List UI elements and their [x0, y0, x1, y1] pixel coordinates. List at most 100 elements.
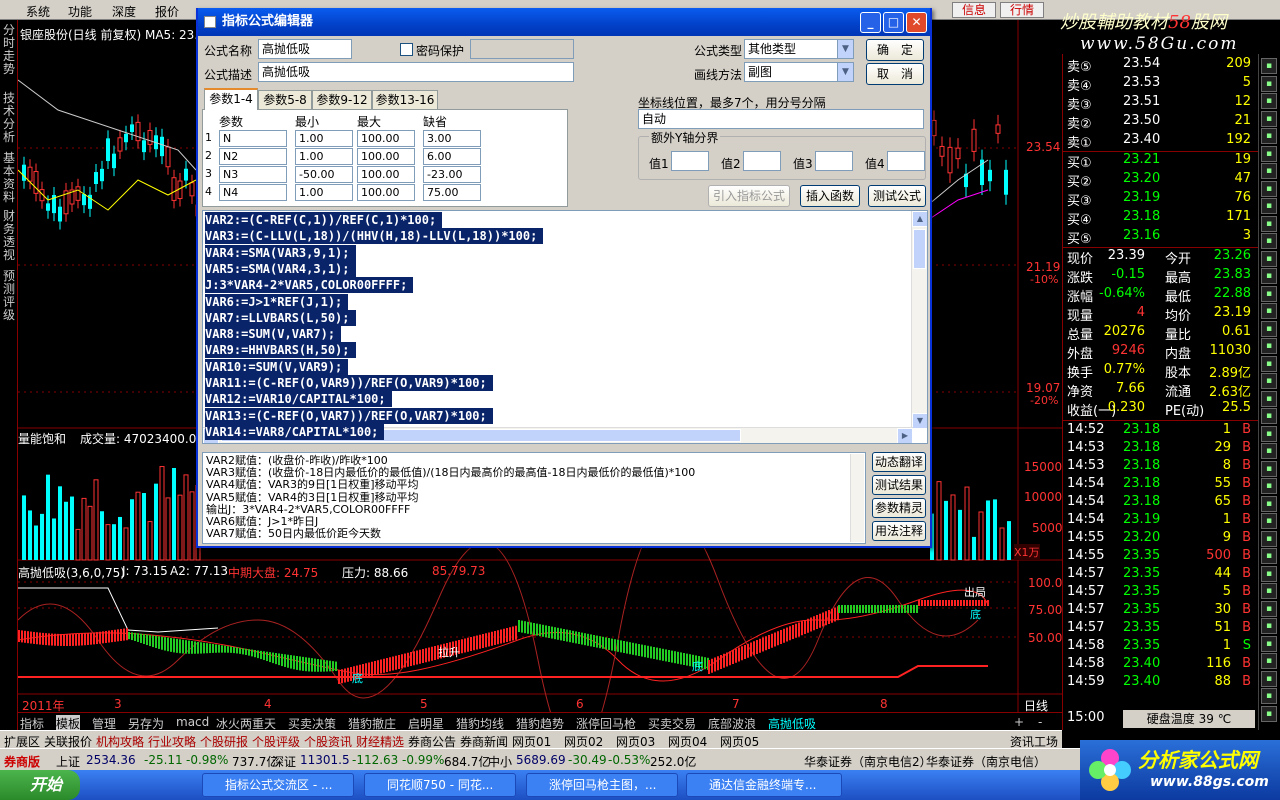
tool-icon[interactable]: ▪ — [1261, 145, 1277, 162]
zoom-out-button[interactable]: - — [1038, 715, 1042, 729]
param-max[interactable]: 100.00 — [357, 130, 415, 147]
import-formula-button[interactable]: 引入指标公式 — [708, 185, 790, 207]
param-max[interactable]: 100.00 — [357, 148, 415, 165]
zoom-in-button[interactable]: + — [1014, 715, 1024, 729]
tool-icon[interactable]: ▪ — [1261, 233, 1277, 249]
tool-icon[interactable]: ▪ — [1261, 495, 1277, 512]
extra-value-input[interactable] — [671, 151, 709, 171]
insert-function-button[interactable]: 插入函数 — [800, 185, 860, 207]
param-min[interactable]: 1.00 — [295, 148, 353, 165]
param-min[interactable]: 1.00 — [295, 184, 353, 201]
param-default[interactable]: -23.00 — [423, 166, 481, 183]
cancel-button[interactable]: 取 消 — [866, 63, 924, 85]
side-button[interactable]: 测试结果 — [872, 475, 926, 495]
ok-button[interactable]: 确 定 — [866, 39, 924, 61]
indicator-tab[interactable]: macd — [176, 715, 209, 729]
param-max[interactable]: 100.00 — [357, 184, 415, 201]
tool-icon[interactable]: ▪ — [1261, 75, 1277, 92]
tool-icon[interactable]: ▪ — [1261, 583, 1277, 599]
tool-icon[interactable]: ▪ — [1261, 425, 1277, 442]
type-select[interactable]: 其他类型 ▼ — [744, 39, 854, 59]
coord-input[interactable]: 自动 — [638, 109, 924, 129]
code-line[interactable]: VAR11:=(C-REF(O,VAR9))/REF(O,VAR9)*100; — [205, 375, 493, 391]
code-line[interactable]: VAR5:=SMA(VAR4,3,1); — [205, 260, 356, 277]
tab-params-9-12[interactable]: 参数9-12 — [312, 90, 372, 110]
param-default[interactable]: 75.00 — [423, 184, 481, 201]
scroll-thumb[interactable] — [913, 229, 926, 269]
left-tab-finance[interactable]: 财务透视 — [2, 210, 16, 262]
extra-value-input[interactable] — [815, 151, 853, 171]
tool-icon[interactable]: ▪ — [1261, 600, 1277, 617]
param-default[interactable]: 6.00 — [423, 148, 481, 165]
param-name[interactable]: N2 — [219, 148, 287, 165]
code-line[interactable]: VAR6:=J>1*REF(J,1); — [205, 293, 349, 310]
tool-icon[interactable]: ▪ — [1261, 285, 1277, 302]
param-name[interactable]: N3 — [219, 166, 287, 183]
password-input[interactable] — [470, 39, 574, 59]
scroll-down-icon[interactable]: ▼ — [912, 413, 927, 429]
left-tab-timeshare[interactable]: 分时走势 — [2, 24, 16, 76]
tool-icon[interactable]: ▪ — [1261, 373, 1277, 389]
code-line[interactable]: VAR2:=(C-REF(C,1))/REF(C,1)*100; — [205, 212, 443, 228]
tool-icon[interactable]: ▪ — [1261, 670, 1277, 687]
code-line[interactable]: VAR8:=SUM(V,VAR7); — [205, 326, 342, 343]
tool-icon[interactable]: ▪ — [1261, 110, 1277, 127]
start-button[interactable]: 开始 — [0, 770, 80, 800]
param-name[interactable]: N — [219, 130, 287, 147]
tool-icon[interactable]: ▪ — [1261, 653, 1277, 669]
broker-badge[interactable]: 券商版 — [4, 753, 40, 770]
minimize-icon[interactable]: _ — [860, 12, 881, 33]
taskbar-item-4[interactable]: 通达信金融终端专... — [686, 773, 842, 797]
password-checkbox[interactable] — [400, 43, 413, 56]
desc-input[interactable]: 高抛低吸 — [258, 62, 574, 82]
tool-icon[interactable]: ▪ — [1261, 635, 1277, 652]
market-button[interactable]: 行情 — [1000, 2, 1044, 18]
menu-item-function[interactable]: 功能 — [68, 3, 92, 20]
tab-params-1-4[interactable]: 参数1-4 — [204, 88, 258, 110]
explain-pane[interactable]: VAR2赋值：(收盘价-昨收)/昨收*100 VAR3赋值：(收盘价-18日内最低… — [202, 452, 866, 544]
tool-icon[interactable]: ▪ — [1261, 320, 1277, 337]
code-line[interactable]: J:3*VAR4-2*VAR5,COLOR00FFFF; — [205, 277, 414, 294]
code-line[interactable]: VAR12:=VAR10/CAPITAL*100; — [205, 391, 392, 408]
tool-icon[interactable]: ▪ — [1261, 338, 1277, 354]
name-input[interactable]: 高抛低吸 — [258, 39, 352, 59]
extra-value-input[interactable] — [887, 151, 925, 171]
tool-icon[interactable]: ▪ — [1261, 565, 1277, 582]
tool-icon[interactable]: ▪ — [1261, 268, 1277, 284]
draw-select[interactable]: 副图 ▼ — [744, 62, 854, 82]
tool-icon[interactable]: ▪ — [1261, 198, 1277, 214]
tool-icon[interactable]: ▪ — [1261, 180, 1277, 197]
code-line[interactable]: VAR7:=LLVBARS(L,50); — [205, 309, 356, 326]
tool-icon[interactable]: ▪ — [1261, 93, 1277, 109]
tool-icon[interactable]: ▪ — [1261, 250, 1277, 267]
code-line[interactable]: VAR10:=SUM(V,VAR9); — [205, 358, 349, 375]
left-tab-basic[interactable]: 基本资料 — [2, 152, 16, 204]
menu-item-depth[interactable]: 深度 — [112, 3, 136, 20]
tool-icon[interactable]: ▪ — [1261, 303, 1277, 319]
code-line[interactable]: VAR13:=(C-REF(O,VAR7))/REF(O,VAR7)*100; — [205, 407, 493, 424]
code-line[interactable]: VAR4:=SMA(VAR3,9,1); — [205, 244, 356, 261]
side-button[interactable]: 动态翻译 — [872, 452, 926, 472]
close-icon[interactable]: ✕ — [906, 12, 927, 33]
taskbar-item-1[interactable]: 指标公式交流区 - ... — [202, 773, 354, 797]
scroll-up-icon[interactable]: ▲ — [912, 211, 927, 227]
extra-value-input[interactable] — [743, 151, 781, 171]
left-tab-tech[interactable]: 技术分析 — [2, 92, 16, 144]
param-default[interactable]: 3.00 — [423, 130, 481, 147]
param-min[interactable]: 1.00 — [295, 130, 353, 147]
tool-icon[interactable]: ▪ — [1261, 390, 1277, 407]
code-line[interactable]: VAR14:=VAR8/CAPITAL*100; — [205, 423, 385, 440]
side-button[interactable]: 参数精灵 — [872, 498, 926, 518]
param-name[interactable]: N4 — [219, 184, 287, 201]
param-max[interactable]: 100.00 — [357, 166, 415, 183]
tool-icon[interactable]: ▪ — [1261, 705, 1277, 722]
scroll-right-icon[interactable]: ▶ — [897, 428, 913, 443]
tool-icon[interactable]: ▪ — [1261, 58, 1277, 74]
code-line[interactable]: VAR9:=HHVBARS(H,50); — [205, 342, 356, 359]
tool-icon[interactable]: ▪ — [1261, 355, 1277, 372]
code-editor[interactable]: ▲ ▼ ◀ ▶ VAR2:=(C-REF(C,1))/REF(C,1)*100;… — [202, 210, 928, 444]
explain-scrollbar[interactable] — [850, 454, 864, 542]
dialog-titlebar[interactable]: 指标公式编辑器 _ □ ✕ — [198, 8, 930, 36]
tool-icon[interactable]: ▪ — [1261, 513, 1277, 529]
test-formula-button[interactable]: 测试公式 — [868, 185, 926, 207]
